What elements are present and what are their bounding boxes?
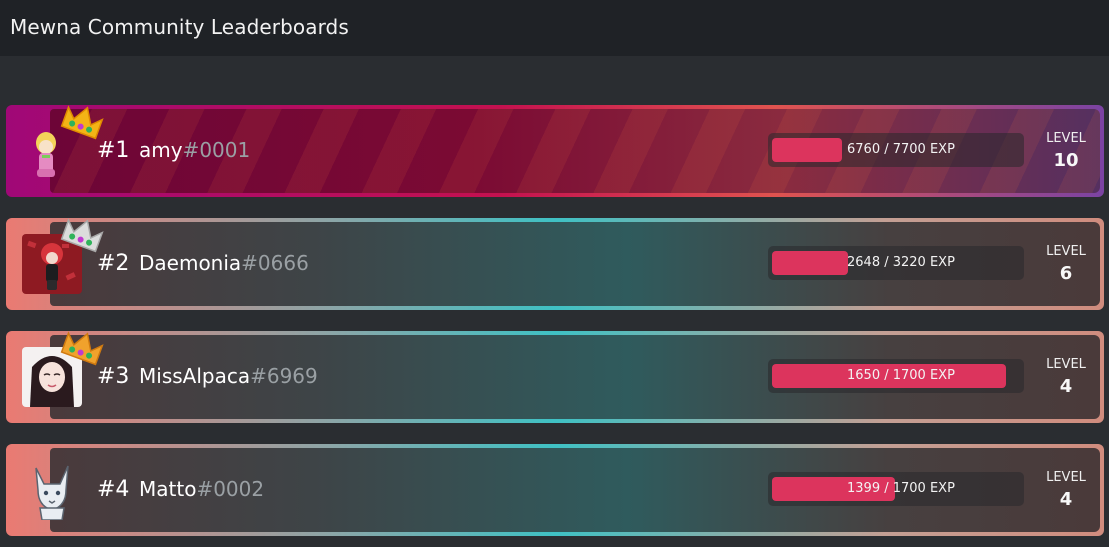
level-label: LEVEL (1046, 470, 1086, 485)
exp-progress-bar: 6760 / 7700 EXP (768, 133, 1024, 167)
username-name: amy (139, 138, 183, 162)
username-discriminator: #0001 (182, 138, 251, 162)
exp-text: 1650 / 1700 EXP (847, 368, 955, 383)
exp-text: 2648 / 3220 EXP (847, 255, 955, 270)
username-discriminator: #6969 (250, 364, 318, 388)
level-value: 10 (1053, 150, 1079, 171)
username-discriminator: #0666 (241, 251, 309, 275)
exp-progress-bar: 2648 / 3220 EXP (768, 246, 1024, 280)
rank-number: #1 (97, 138, 130, 163)
username-name: MissAlpaca (139, 364, 251, 388)
level-label: LEVEL (1046, 357, 1086, 372)
username[interactable]: Daemonia#0666 (139, 251, 309, 275)
exp-progress-fill (772, 251, 848, 275)
level-value: 4 (1059, 376, 1073, 397)
exp-text: 6760 / 7700 EXP (847, 142, 955, 157)
leaderboard: #1 amy#0001 6760 / 7700 EXP LEVEL 10 #2 … (0, 0, 1109, 547)
username-discriminator: #0002 (196, 477, 265, 501)
username[interactable]: Matto#0002 (139, 477, 264, 501)
username[interactable]: amy#0001 (139, 138, 250, 162)
username-name: Matto (139, 477, 197, 501)
leaderboard-row[interactable]: #1 amy#0001 6760 / 7700 EXP LEVEL 10 (6, 105, 1104, 197)
leaderboard-row[interactable]: #4 Matto#0002 1399 / 1700 EXP LEVEL 4 (6, 444, 1104, 536)
leaderboard-row[interactable]: #2 Daemonia#0666 2648 / 3220 EXP LEVEL 6 (6, 218, 1104, 310)
level-label: LEVEL (1046, 131, 1086, 146)
exp-text: 1399 / 1700 EXP (847, 481, 955, 496)
exp-progress-fill (772, 138, 842, 162)
rank-number: #2 (97, 251, 130, 276)
rank-number: #3 (97, 364, 130, 389)
avatar[interactable] (22, 460, 82, 520)
username[interactable]: MissAlpaca#6969 (139, 364, 318, 388)
leaderboard-row[interactable]: #3 MissAlpaca#6969 1650 / 1700 EXP LEVEL… (6, 331, 1104, 423)
exp-progress-bar: 1399 / 1700 EXP (768, 472, 1024, 506)
level-value: 6 (1059, 263, 1073, 284)
username-name: Daemonia (139, 251, 242, 275)
rank-number: #4 (97, 477, 130, 502)
level-value: 4 (1059, 489, 1073, 510)
level-label: LEVEL (1046, 244, 1086, 259)
exp-progress-bar: 1650 / 1700 EXP (768, 359, 1024, 393)
